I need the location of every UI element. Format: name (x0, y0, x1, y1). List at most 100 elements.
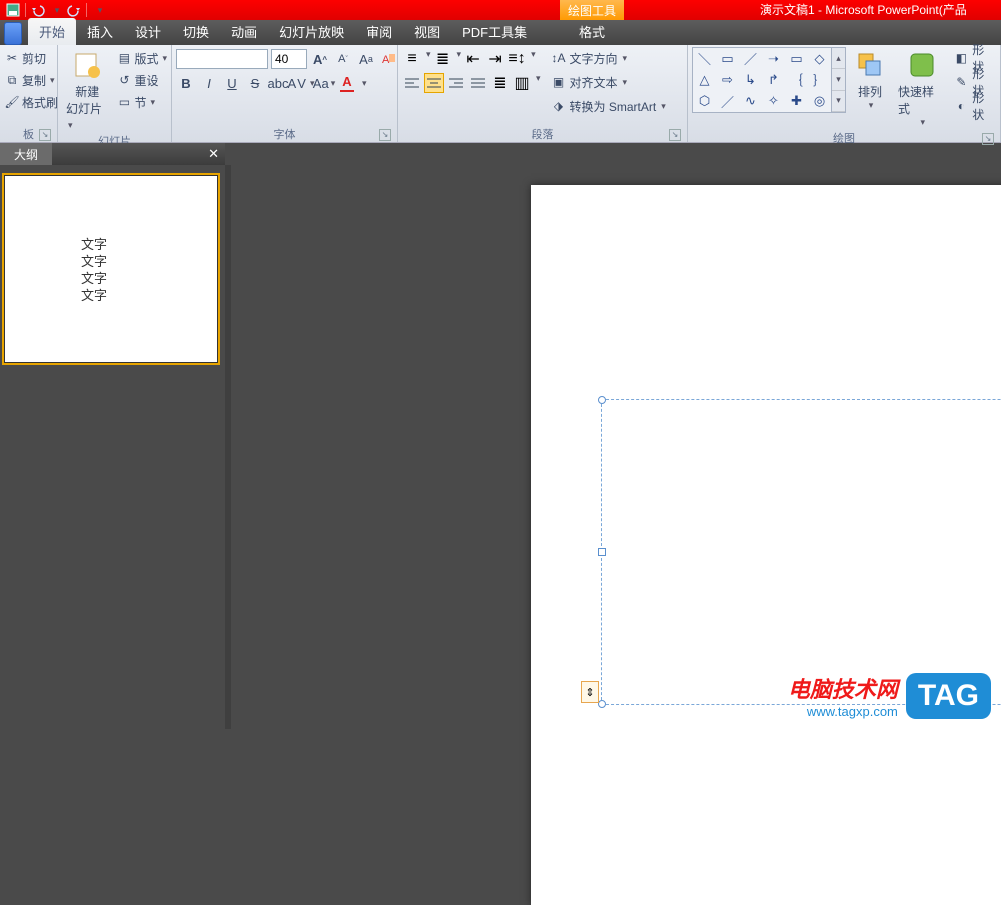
align-text-icon: ▣ (551, 74, 567, 90)
copy-button[interactable]: ⧉复制▾ (4, 69, 58, 91)
tab-design[interactable]: 设计 (124, 18, 172, 45)
underline-button[interactable]: U (222, 73, 242, 93)
new-slide-button[interactable]: 新建 幻灯片▾ (62, 47, 112, 133)
dialog-launcher-icon[interactable]: ↘ (39, 129, 51, 141)
shape-conn-icon[interactable]: ↳ (739, 69, 762, 90)
slide-thumbnail[interactable]: 文字 文字 文字 文字 (4, 175, 218, 363)
slide-canvas[interactable]: ⇕ (231, 165, 1001, 729)
shape-effects-button[interactable]: ◐形状 (953, 95, 996, 117)
shape-hex-icon[interactable]: ⬡ (693, 91, 716, 112)
scissors-icon: ✂ (4, 50, 20, 66)
clear-format-button[interactable]: A (379, 49, 399, 69)
panel-tab-outline[interactable]: 大纲 (0, 143, 52, 166)
group-paragraph: ≡▾ ≣▾ ⇤ ⇥ ≡↕▾ ≣ ▥▾ ↕A文字方向▾ ▣对齐文本▾ (398, 45, 688, 142)
redo-icon[interactable] (65, 2, 83, 18)
grow-font-button[interactable]: A^ (310, 49, 330, 69)
smartart-icon: ⬗ (551, 98, 567, 114)
shadow-button[interactable]: abc (268, 73, 288, 93)
scroll-up-icon[interactable]: ▴ (832, 48, 845, 69)
qat-customize-icon[interactable]: ▾ (90, 2, 108, 18)
shape-gallery[interactable]: ＼ ▭ ／ ➝ ▭ ◇ △ ⇨ ↳ ↱ ｛ ｝ ⬡ ／ ∿ ✧ ✚ (692, 47, 832, 113)
strike-button[interactable]: S (245, 73, 265, 93)
align-justify-button[interactable] (468, 73, 488, 93)
shape-diamond-icon[interactable]: ◇ (808, 48, 831, 69)
change-case-button[interactable]: Aa (356, 49, 376, 69)
tab-format[interactable]: 格式 (568, 18, 616, 45)
tab-animation[interactable]: 动画 (220, 18, 268, 45)
shape-arrowr-icon[interactable]: ⇨ (716, 69, 739, 90)
shape-tri-icon[interactable]: △ (693, 69, 716, 90)
italic-button[interactable]: I (199, 73, 219, 93)
align-text-button[interactable]: ▣对齐文本▾ (551, 71, 666, 93)
shape-arrow-icon[interactable]: ➝ (762, 48, 785, 69)
bullets-button[interactable]: ≡ (402, 49, 422, 69)
undo-dropdown-icon[interactable]: ▾ (47, 2, 65, 18)
outdent-button[interactable]: ⇤ (463, 49, 483, 69)
dialog-launcher-icon[interactable]: ↘ (982, 133, 994, 145)
gallery-more-icon[interactable]: ▾ (832, 91, 845, 112)
resize-handle-w[interactable] (598, 548, 606, 556)
layout-icon: ▤ (116, 50, 132, 66)
cut-button[interactable]: ✂剪切 (4, 47, 58, 69)
line-spacing-button[interactable]: ≡↕ (507, 49, 527, 69)
shape-brace2-icon[interactable]: ｝ (808, 69, 831, 90)
charspace-button[interactable]: AV▾ (291, 73, 311, 93)
font-size-input[interactable] (271, 49, 307, 69)
arrange-icon (854, 49, 886, 81)
text-effect-button[interactable]: Aa▾ (314, 73, 334, 93)
undo-icon[interactable] (29, 2, 47, 18)
distribute-button[interactable]: ≣ (490, 73, 510, 93)
file-button[interactable] (4, 22, 22, 45)
dialog-launcher-icon[interactable]: ↘ (379, 129, 391, 141)
shape-line3-icon[interactable]: ／ (716, 91, 739, 112)
tab-pdf[interactable]: PDF工具集 (451, 18, 538, 45)
section-button[interactable]: ▭节▾ (116, 91, 167, 113)
gallery-scroll[interactable]: ▴▾▾ (832, 47, 846, 113)
textbox-selected[interactable] (601, 399, 1001, 705)
dialog-launcher-icon[interactable]: ↘ (669, 129, 681, 141)
shape-rect2-icon[interactable]: ▭ (785, 48, 808, 69)
ribbon-tabstrip: 开始 插入 设计 切换 动画 幻灯片放映 审阅 视图 PDF工具集 格式 (0, 20, 1001, 45)
align-left-button[interactable] (402, 73, 422, 93)
font-color-dropdown-icon[interactable]: ▾ (360, 78, 367, 89)
arrange-button[interactable]: 排列▾ (850, 47, 890, 113)
columns-button[interactable]: ▥ (512, 73, 532, 93)
shape-rect-icon[interactable]: ▭ (716, 48, 739, 69)
outline-pane[interactable]: 文字 文字 文字 文字 (0, 165, 225, 729)
quickstyle-button[interactable]: 快速样式▾ (894, 47, 949, 130)
layout-button[interactable]: ▤版式▾ (116, 47, 167, 69)
shape-star-icon[interactable]: ✧ (762, 91, 785, 112)
thumb-line: 文字 (81, 253, 207, 270)
shape-line2-icon[interactable]: ／ (739, 48, 762, 69)
font-name-input[interactable] (176, 49, 268, 69)
smartart-button[interactable]: ⬗转换为 SmartArt▾ (551, 95, 666, 117)
bold-button[interactable]: B (176, 73, 196, 93)
resize-handle-sw[interactable] (598, 700, 606, 708)
shrink-font-button[interactable]: Aˇ (333, 49, 353, 69)
align-right-button[interactable] (446, 73, 466, 93)
save-icon[interactable] (4, 2, 22, 18)
numbering-button[interactable]: ≣ (433, 49, 453, 69)
scroll-down-icon[interactable]: ▾ (832, 69, 845, 90)
shape-brace-icon[interactable]: ｛ (785, 69, 808, 90)
resize-handle-nw[interactable] (598, 396, 606, 404)
shape-plus-icon[interactable]: ✚ (785, 91, 808, 112)
shape-callout-icon[interactable]: ◎ (808, 91, 831, 112)
reset-button[interactable]: ↺重设 (116, 69, 167, 91)
tab-insert[interactable]: 插入 (76, 18, 124, 45)
tab-transition[interactable]: 切换 (172, 18, 220, 45)
text-direction-button[interactable]: ↕A文字方向▾ (551, 47, 666, 69)
shape-curve-icon[interactable]: ∿ (739, 91, 762, 112)
align-center-button[interactable] (424, 73, 444, 93)
format-painter-button[interactable]: 🖌格式刷 (4, 91, 58, 113)
font-color-button[interactable]: A (337, 73, 357, 93)
indent-button[interactable]: ⇥ (485, 49, 505, 69)
shape-line-icon[interactable]: ＼ (693, 48, 716, 69)
close-panel-button[interactable]: ✕ (208, 146, 219, 162)
tab-slideshow[interactable]: 幻灯片放映 (268, 18, 355, 45)
slide[interactable]: ⇕ (531, 185, 1001, 905)
tab-review[interactable]: 审阅 (355, 18, 403, 45)
tab-home[interactable]: 开始 (28, 18, 76, 45)
shape-conn2-icon[interactable]: ↱ (762, 69, 785, 90)
tab-view[interactable]: 视图 (403, 18, 451, 45)
